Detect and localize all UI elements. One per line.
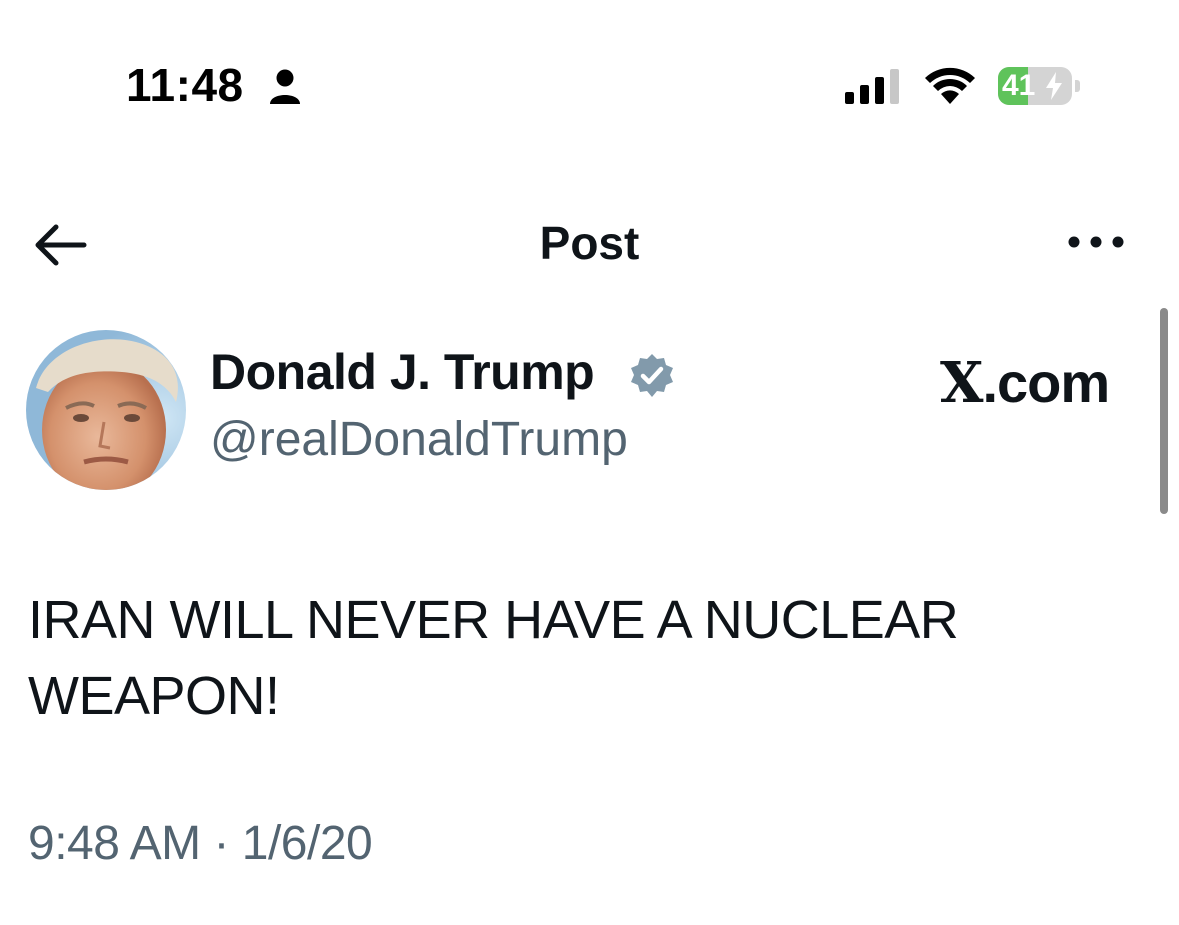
more-icon[interactable] (1066, 230, 1126, 254)
person-icon (270, 69, 300, 104)
battery-cap (1075, 80, 1080, 92)
user-handle[interactable]: @realDonaldTrump (210, 412, 628, 467)
post-text-line: IRAN WILL NEVER HAVE A NUCLEAR (28, 590, 959, 650)
status-bar: 11:48 41 (0, 0, 1179, 170)
verified-badge-icon[interactable] (628, 352, 676, 400)
x-com-watermark: X.com (940, 350, 1110, 416)
arrow-left-icon[interactable] (32, 222, 88, 268)
battery-body: 41 (998, 67, 1072, 105)
charging-bolt-icon (1046, 72, 1062, 100)
page-title: Post (539, 217, 640, 269)
nav-bar: Post (0, 200, 1179, 290)
wifi-icon (925, 67, 975, 104)
signal-icon (845, 69, 899, 104)
display-name[interactable]: Donald J. Trump (210, 343, 595, 401)
battery-indicator: 41 (998, 67, 1082, 107)
avatar[interactable] (26, 330, 186, 490)
status-time: 11:48 (126, 59, 244, 111)
post-timestamp[interactable]: 9:48 AM · 1/6/20 (28, 816, 373, 871)
avatar-image (26, 330, 186, 490)
scrollbar[interactable] (1160, 308, 1168, 514)
post-text: IRAN WILL NEVER HAVE A NUCLEAR WEAPON! (28, 582, 1128, 734)
x-logo-glyph: X (940, 350, 983, 416)
watermark-domain: .com (982, 351, 1110, 414)
post-text-line: WEAPON! (28, 666, 280, 726)
